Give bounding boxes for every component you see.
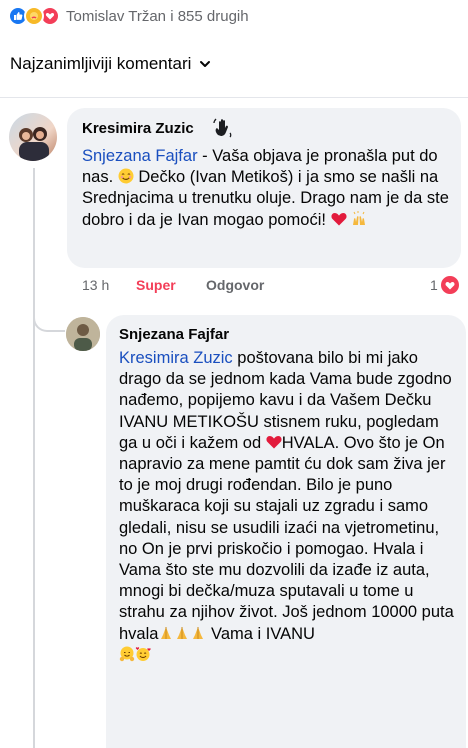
comment-text: Snjezana Fajfar - Vaša objava je pronašl… bbox=[82, 147, 449, 229]
mention-link[interactable]: Snjezana Fajfar bbox=[82, 147, 198, 165]
smiling-face-icon bbox=[118, 168, 134, 184]
heart-icon bbox=[331, 212, 347, 226]
comment-reaction-count[interactable]: 1 bbox=[430, 275, 460, 295]
avatar[interactable] bbox=[66, 317, 100, 351]
waving-hand-icon bbox=[213, 118, 232, 138]
comment-timestamp[interactable]: 13 h bbox=[82, 277, 109, 293]
folded-hands-icon bbox=[161, 626, 172, 639]
avatar[interactable] bbox=[9, 113, 57, 161]
love-icon bbox=[439, 275, 460, 295]
raising-hands-icon bbox=[353, 210, 366, 225]
reply-button[interactable]: Odgovor bbox=[206, 277, 264, 293]
hugging-face-icon bbox=[119, 646, 135, 662]
care-icon bbox=[24, 6, 44, 26]
divider bbox=[0, 97, 468, 98]
comment-sort-dropdown[interactable]: Najzanimljiviji komentari bbox=[10, 54, 211, 74]
comment-author[interactable]: Kresimira Zuzic bbox=[82, 120, 194, 137]
reaction-action-button[interactable]: Super bbox=[136, 277, 176, 293]
mention-link[interactable]: Kresimira Zuzic bbox=[119, 349, 233, 367]
reply-author[interactable]: Snjezana Fajfar bbox=[119, 326, 229, 343]
reply-text: Kresimira Zuzic poštovana bilo bi mi jak… bbox=[119, 348, 461, 666]
smiling-face-with-hearts-icon bbox=[135, 647, 151, 661]
folded-hands-icon bbox=[177, 626, 188, 639]
folded-hands-icon bbox=[193, 626, 204, 639]
reactions-summary[interactable]: Tomislav Tržan i 855 drugih bbox=[8, 4, 249, 28]
heart-icon bbox=[266, 435, 282, 449]
chevron-down-icon bbox=[200, 61, 211, 67]
thread-line bbox=[33, 168, 35, 748]
reaction-summary-text[interactable]: Tomislav Tržan i 855 drugih bbox=[66, 8, 249, 25]
sort-label: Najzanimljiviji komentari bbox=[10, 54, 192, 73]
thread-connector bbox=[33, 300, 65, 332]
